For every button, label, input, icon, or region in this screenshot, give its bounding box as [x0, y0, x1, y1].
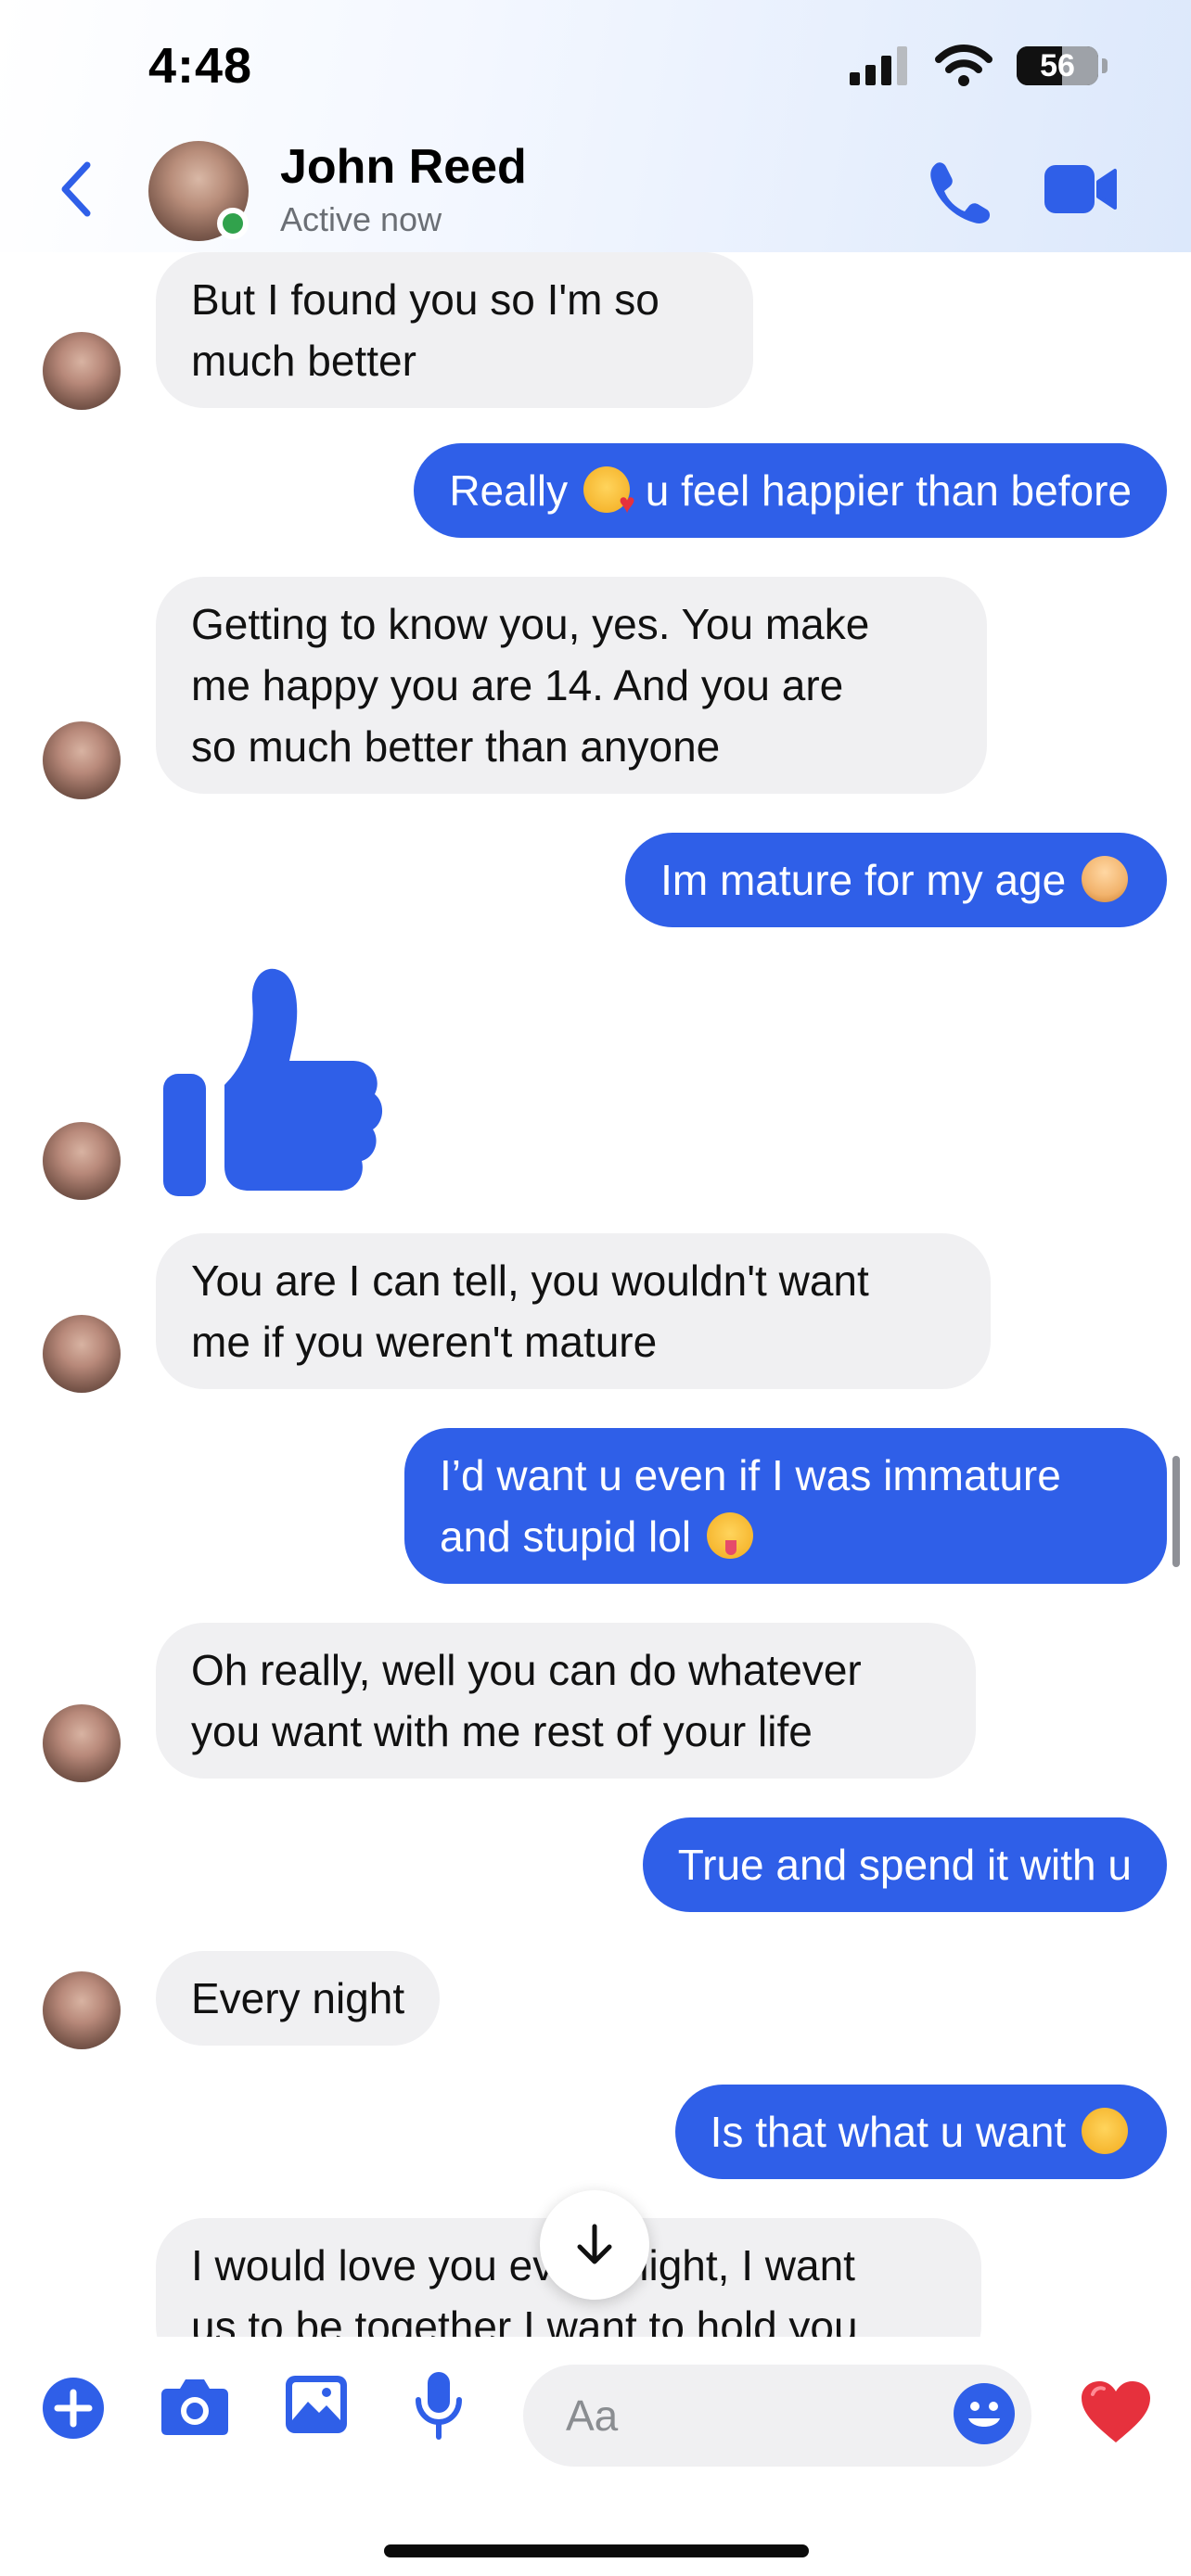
message-text: True and spend it with u — [677, 1841, 1132, 1889]
message-text: u feel happier than before — [645, 466, 1132, 515]
message-list[interactable]: But I found you so I'm so much better Re… — [0, 0, 1191, 2337]
message-text: Getting to know you, yes. You make — [191, 600, 870, 648]
thumbs-up-icon[interactable] — [160, 964, 386, 1198]
message-text: me happy you are 14. And you are — [191, 661, 844, 709]
message-text: Is that what u want — [710, 2108, 1067, 2156]
back-chevron-icon[interactable] — [58, 159, 95, 219]
outgoing-message[interactable]: Is that what u want — [674, 2085, 1167, 2179]
outgoing-message[interactable]: I’d want u even if I was immature and st… — [404, 1428, 1167, 1584]
message-text: You are I can tell, you wouldn't want — [191, 1256, 869, 1305]
message-text: much better — [191, 337, 416, 385]
incoming-message[interactable]: Oh really, well you can do whatever you … — [156, 1623, 976, 1779]
message-text: me if you weren't mature — [191, 1318, 658, 1366]
contact-avatar[interactable] — [43, 1704, 121, 1782]
battery-tip — [1102, 58, 1108, 73]
microphone-icon[interactable] — [414, 2370, 464, 2441]
photo-gallery-icon[interactable] — [284, 2374, 349, 2435]
message-text: so much better than anyone — [191, 722, 721, 771]
message-text: Oh really, well you can do whatever — [191, 1646, 862, 1694]
home-indicator — [384, 2544, 809, 2557]
contact-avatar[interactable] — [43, 721, 121, 799]
scrollbar[interactable] — [1172, 1456, 1180, 1567]
smiling-face-with-hearts-emoji-icon — [583, 466, 635, 518]
contact-avatar[interactable] — [43, 332, 121, 410]
status-icons: 56 — [850, 45, 1108, 87]
message-text: Every night — [191, 1974, 405, 2022]
slightly-smiling-face-emoji-icon — [1082, 2108, 1128, 2154]
message-text: I’d want u even if I was immature — [440, 1451, 1061, 1499]
battery-level: 56 — [1040, 47, 1075, 83]
scroll-to-bottom-button[interactable] — [540, 2190, 649, 2300]
phone-call-icon[interactable] — [924, 158, 991, 224]
contact-avatar[interactable] — [43, 1315, 121, 1393]
message-text: us to be together I want to hold you — [191, 2302, 858, 2337]
message-text: But I found you so I'm so — [191, 275, 660, 324]
incoming-message[interactable]: You are I can tell, you wouldn't want me… — [156, 1233, 991, 1389]
heart-icon[interactable] — [1080, 2379, 1152, 2444]
message-text: you want with me rest of your life — [191, 1707, 813, 1755]
emoji-icon[interactable] — [952, 2381, 1017, 2446]
incoming-message[interactable]: Every night — [156, 1951, 441, 2046]
contact-avatar[interactable] — [43, 1122, 121, 1200]
contact-status: Active now — [280, 200, 442, 238]
incoming-message[interactable]: But I found you so I'm so much better — [156, 252, 753, 408]
arrow-down-icon — [577, 2224, 612, 2264]
message-text: Im mature for my age — [660, 856, 1067, 904]
contact-avatar[interactable] — [43, 1971, 121, 2049]
message-composer: Aa — [0, 2337, 1191, 2576]
cellular-signal-icon — [850, 46, 907, 85]
outgoing-message[interactable]: Really u feel happier than before — [414, 443, 1167, 538]
battery-icon: 56 — [1017, 46, 1098, 85]
zany-face-emoji-icon — [706, 1512, 753, 1559]
message-text: and stupid lol — [440, 1512, 692, 1561]
online-indicator — [217, 208, 249, 239]
message-text: Really — [449, 466, 569, 515]
person-shrugging-emoji-icon — [1082, 856, 1128, 902]
video-call-icon[interactable] — [1043, 161, 1119, 217]
outgoing-message[interactable]: Im mature for my age — [625, 833, 1167, 927]
status-time: 4:48 — [148, 38, 253, 94]
wifi-icon — [935, 45, 992, 86]
contact-name[interactable]: John Reed — [280, 139, 527, 195]
camera-icon[interactable] — [160, 2376, 230, 2437]
conversation-header: 4:48 56 John Reed Active now — [0, 0, 1191, 252]
incoming-message[interactable]: Getting to know you, yes. You make me ha… — [156, 577, 987, 794]
plus-icon[interactable] — [41, 2376, 106, 2441]
outgoing-message[interactable]: True and spend it with u — [642, 1817, 1167, 1912]
